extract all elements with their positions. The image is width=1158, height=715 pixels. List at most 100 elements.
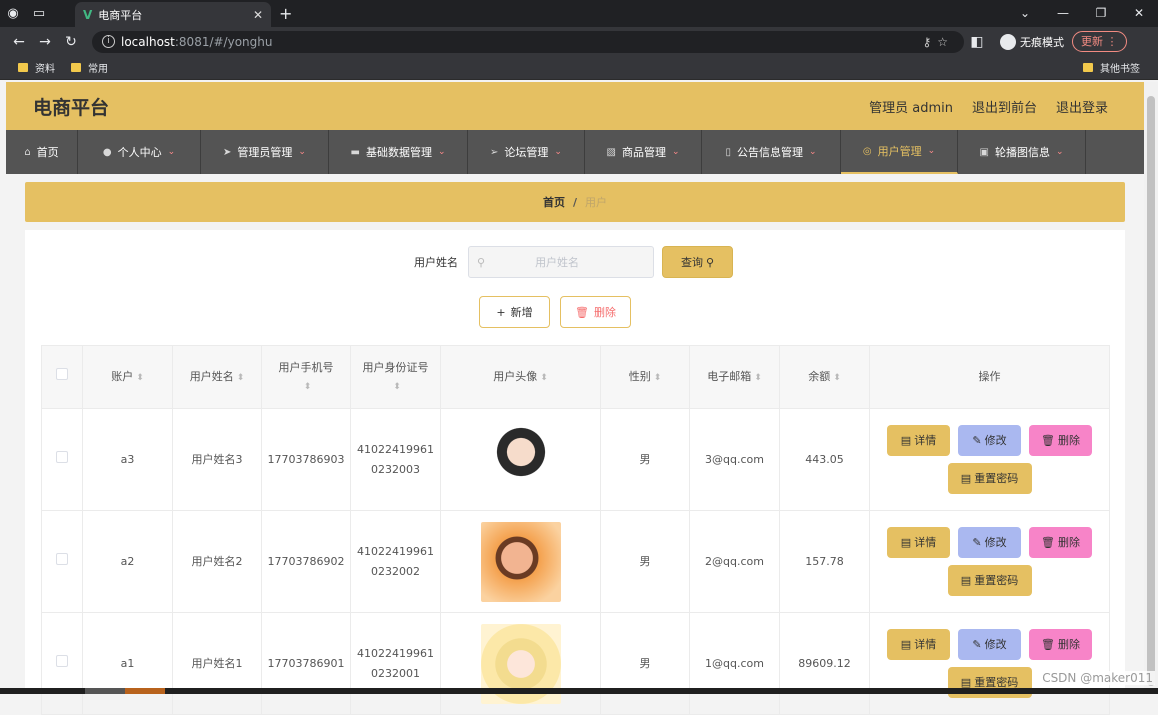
delete-label: 删除: [1057, 535, 1080, 549]
row-checkbox[interactable]: [56, 552, 68, 565]
column-label: 余额: [808, 369, 831, 383]
avatar[interactable]: [480, 419, 561, 500]
id-cell: 41022419961 0232002: [350, 510, 441, 613]
column-header[interactable]: 余额 ⬍: [779, 345, 870, 409]
delete-button[interactable]: 🗑 删除: [1029, 425, 1092, 456]
side-panel-icon[interactable]: ◧: [964, 34, 990, 50]
column-header[interactable]: 用户姓名 ⬍: [172, 345, 262, 409]
other-bookmarks[interactable]: 其他书签: [1083, 60, 1140, 75]
update-button[interactable]: 更新 ⋮: [1072, 31, 1127, 52]
detail-button[interactable]: ▤ 详情: [887, 629, 950, 660]
logout-link[interactable]: 退出登录: [1056, 97, 1108, 116]
chevron-down-icon: ⌄: [554, 147, 562, 157]
tab-search-icon[interactable]: ▭: [26, 0, 52, 27]
row-checkbox[interactable]: [56, 450, 68, 463]
nav-item-admin-management[interactable]: ➤ 管理员管理 ⌄: [201, 130, 329, 174]
page-scrollbar[interactable]: [1144, 82, 1158, 694]
incognito-indicator[interactable]: 无痕模式: [1000, 33, 1064, 50]
sort-icon[interactable]: ⬍: [754, 373, 762, 383]
taskbar-item[interactable]: [85, 688, 125, 694]
reload-icon[interactable]: ↻: [58, 34, 84, 50]
nav-item-products[interactable]: ▧ 商品管理 ⌄: [585, 130, 702, 174]
watermark: CSDN @maker011: [1040, 671, 1155, 685]
delete-button[interactable]: 🗑 删除: [1029, 527, 1092, 558]
column-label: 操作: [978, 370, 1001, 383]
row-checkbox[interactable]: [56, 654, 68, 667]
column-header[interactable]: 电子邮箱 ⬍: [689, 345, 780, 409]
key-star-icons[interactable]: ⚷☆: [922, 35, 954, 49]
avatar[interactable]: [480, 521, 561, 602]
pencil-icon: ✎: [972, 433, 982, 447]
nav-item-basic-data[interactable]: ▬ 基础数据管理 ⌄: [329, 130, 468, 174]
new-tab-icon[interactable]: +: [279, 4, 292, 23]
column-label: 用户头像: [493, 369, 538, 383]
nav-item-home[interactable]: ⌂ 首页: [6, 130, 78, 174]
sort-icon[interactable]: ⬍: [237, 373, 245, 383]
column-header[interactable]: 用户头像 ⬍: [440, 345, 601, 409]
detail-button[interactable]: ▤ 详情: [887, 527, 950, 558]
delete-label: 删除: [1057, 637, 1080, 651]
search-input[interactable]: ⚲ 用户姓名: [468, 246, 654, 278]
balance-cell: 443.05: [779, 408, 870, 511]
taskbar-item[interactable]: [125, 688, 165, 694]
balance-cell: 89609.12: [779, 612, 870, 715]
breadcrumb: 首页 / 用户: [25, 182, 1125, 222]
address-bar-row: ← → ↻ i localhost :8081/#/yonghu ⚷☆ ◧ 无痕…: [0, 27, 1158, 56]
chevron-down-icon: ⌄: [1055, 147, 1064, 157]
sort-icon[interactable]: ⬍: [654, 373, 662, 383]
edit-button[interactable]: ✎ 修改: [958, 527, 1021, 558]
nav-label: 用户管理: [877, 145, 922, 158]
nav-item-personal-center[interactable]: ● 个人中心 ⌄: [78, 130, 201, 174]
actions-cell: ▤ 详情 ✎ 修改 🗑 删除 ▤ 重置密码: [869, 612, 1110, 715]
select-all-checkbox[interactable]: [56, 368, 68, 380]
breadcrumb-home[interactable]: 首页: [543, 194, 565, 210]
back-icon[interactable]: ←: [6, 34, 32, 50]
reset-password-button[interactable]: ▤ 重置密码: [947, 463, 1032, 494]
browser-tab[interactable]: V 电商平台 ✕: [75, 2, 271, 27]
paper-plane-icon: ➢: [490, 146, 499, 158]
query-button[interactable]: 查询 ⚲: [662, 246, 733, 278]
sort-icon[interactable]: ⬍: [304, 382, 312, 392]
nav-item-user-management[interactable]: ◎ 用户管理 ⌄: [841, 130, 958, 174]
minimize-icon[interactable]: —: [1044, 0, 1082, 27]
pencil-icon: ✎: [972, 637, 982, 651]
column-header[interactable]: 性别 ⬍: [600, 345, 690, 409]
actions-cell: ▤ 详情 ✎ 修改 🗑 删除 ▤ 重置密码: [869, 510, 1110, 613]
url-field[interactable]: i localhost :8081/#/yonghu ⚷☆: [92, 30, 964, 53]
delete-button[interactable]: 🗑 删除: [1029, 629, 1092, 660]
edit-button[interactable]: ✎ 修改: [958, 629, 1021, 660]
chevron-down-icon: ⌄: [671, 147, 680, 157]
sort-icon[interactable]: ⬍: [540, 373, 548, 383]
bookmark-folder[interactable]: 资料: [18, 60, 55, 75]
site-info-icon[interactable]: i: [102, 35, 115, 48]
sort-icon[interactable]: ⬍: [136, 373, 144, 383]
tab-close-icon[interactable]: ✕: [253, 8, 263, 22]
detail-button[interactable]: ▤ 详情: [887, 425, 950, 456]
scrollbar-thumb[interactable]: [1147, 96, 1155, 686]
sort-icon[interactable]: ⬍: [833, 373, 841, 383]
nav-item-carousel[interactable]: ▣ 轮播图信息 ⌄: [958, 130, 1086, 174]
sort-icon[interactable]: ⬍: [393, 382, 401, 392]
close-window-icon[interactable]: ✕: [1120, 0, 1158, 27]
forward-icon[interactable]: →: [32, 34, 58, 50]
bookmark-folder[interactable]: 常用: [71, 60, 108, 75]
maximize-icon[interactable]: ❐: [1082, 0, 1120, 27]
column-header[interactable]: 用户手机号 ⬍: [261, 345, 351, 409]
batch-delete-button[interactable]: 🗑 删除: [560, 296, 631, 328]
back-to-frontend-link[interactable]: 退出到前台: [972, 97, 1037, 116]
tab-list-icon[interactable]: ⌄: [1006, 0, 1044, 27]
send-icon: ➤: [223, 146, 232, 158]
url-host: localhost: [121, 34, 175, 49]
add-button[interactable]: + 新增: [479, 296, 550, 328]
chevron-down-icon: ⌄: [927, 146, 936, 156]
chevron-down-icon: ⌄: [808, 147, 817, 157]
column-header[interactable]: 账户 ⬍: [82, 345, 173, 409]
phone-cell: 17703786902: [261, 510, 351, 613]
nav-item-announcements[interactable]: ▯ 公告信息管理 ⌄: [702, 130, 841, 174]
reset-password-button[interactable]: ▤ 重置密码: [947, 565, 1032, 596]
edit-button[interactable]: ✎ 修改: [958, 425, 1021, 456]
column-header[interactable]: 用户身份证号 ⬍: [350, 345, 441, 409]
delete-label: 删除: [1057, 433, 1080, 447]
nav-item-forum[interactable]: ➢ 论坛管理 ⌄: [468, 130, 585, 174]
chrome-icon[interactable]: ◉: [0, 0, 26, 27]
